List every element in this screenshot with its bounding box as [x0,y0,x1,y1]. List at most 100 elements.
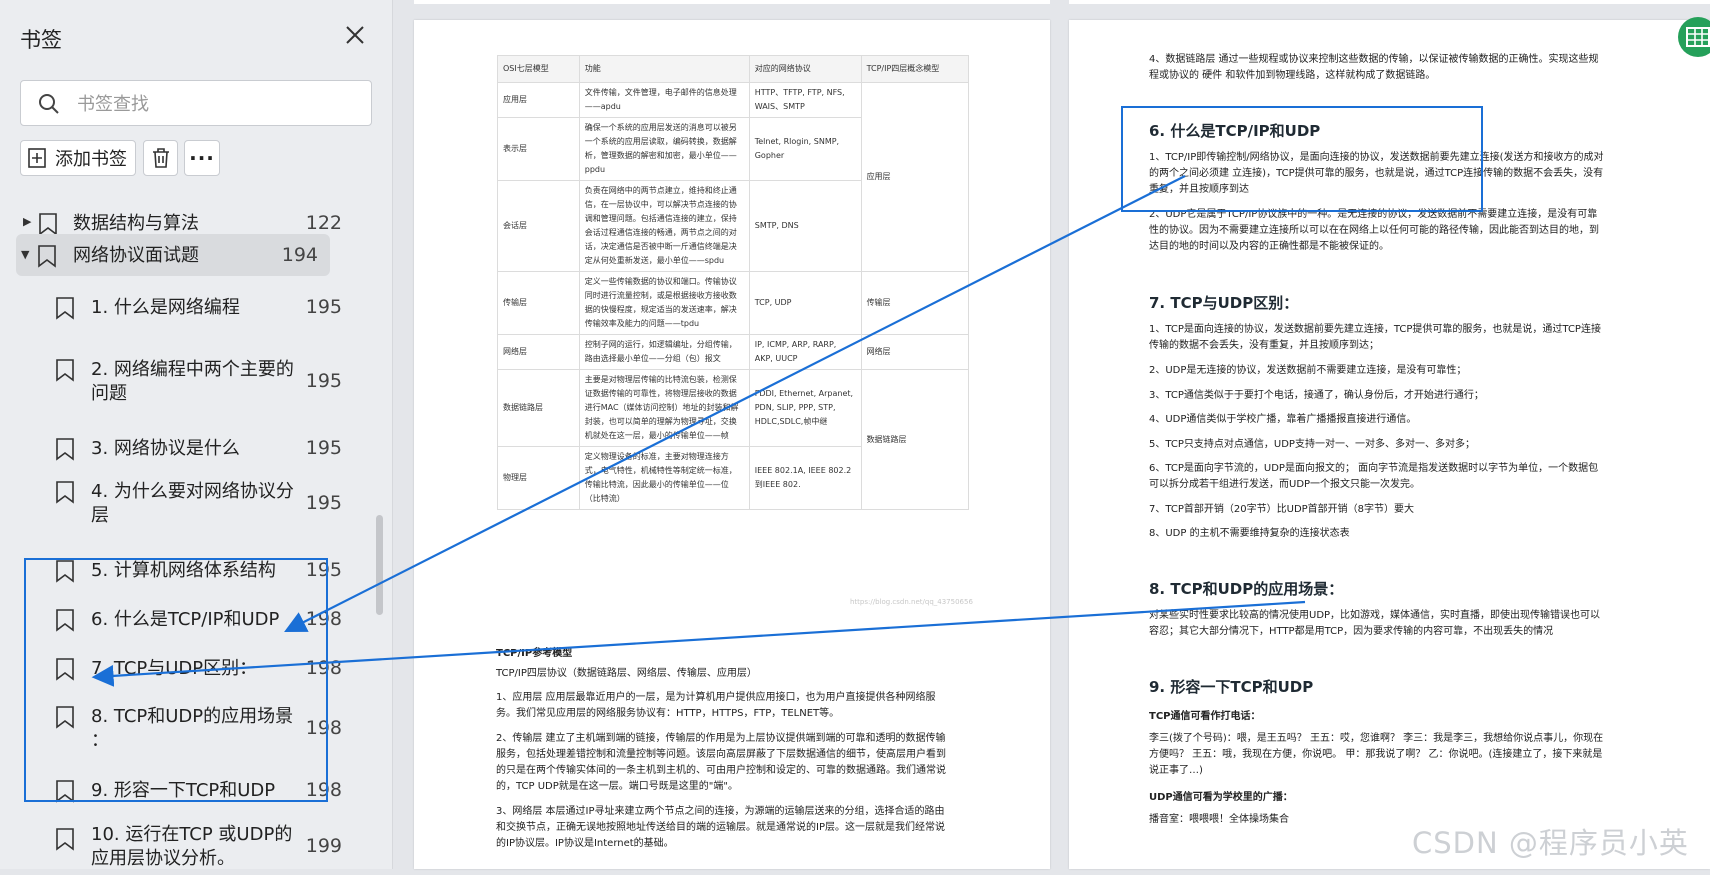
subheading: TCP通信可看作打电话： [1149,711,1261,722]
bookmark-search-box[interactable] [20,80,372,126]
bookmark-page: 195 [305,437,342,459]
doc-paragraph: 7、TCP首部开销（20字节）比UDP首部开销（8字节）要大 [1149,504,1415,515]
delete-bookmark-button[interactable] [143,140,178,176]
add-bookmark-icon [28,148,46,168]
add-bookmark-button[interactable]: 添加书签 [20,140,136,176]
bookmark-label-line2: 问题 [91,383,127,404]
bookmark-icon [56,780,74,803]
doc-paragraph: 1、TCP/IP即传输控制/网络协议，是面向连接的协议，发送数据前要先建立连接(… [1149,152,1604,163]
bookmark-item[interactable]: 9. 形容一下TCP和UDP 198 [0,771,372,811]
table-cell: 物理层 [497,446,580,510]
doc-paragraph: 2、UDP它是属于TCP/IP协议族中的一种。是无连接的协议，发送数据前不需要建… [1149,209,1598,220]
bookmark-page: 195 [305,559,342,581]
bookmark-icon [56,359,74,382]
table-header-cell: 功能 [578,55,750,83]
bookmark-label: 5. 计算机网络体系结构 [91,560,276,581]
more-options-button[interactable]: ··· [184,140,220,176]
bookmark-icon [56,828,74,851]
bookmark-page: 122 [305,212,342,234]
section-heading: TCP/IP参考模型 [496,648,573,659]
bookmark-item[interactable]: 2. 网络编程中两个主要的 问题 195 [0,350,372,406]
table-cell: 应用层 [860,82,970,272]
doc-paragraph: 重复，并且按顺序到达 [1149,184,1249,195]
table-cell: 定义一些传输数据的协议和端口。传输协议同时进行流量控制，或是根据接收方接收数据的… [578,271,750,335]
sidebar-scrollbar[interactable] [376,515,383,615]
doc-paragraph: 传输的数据不会丢失，没有重复，并且按顺序到达； [1149,340,1379,351]
table-row: 数据链路层 主要是对物理层传输的比特流包装，检测保证数据传输的可靠性，将物理层接… [497,369,970,510]
bookmark-label: 7. TCP与UDP区别： [91,658,258,679]
table-cell: 网络层 [860,334,970,370]
doc-paragraph: 服务，包括处理差错控制和流量控制等问题。该层向高层屏蔽了下层数据通信的细节，使高… [496,749,946,760]
doc-paragraph: 说正事了…) [1149,765,1203,776]
bookmark-page: 198 [305,657,342,679]
csdn-watermark: CSDN @程序员小英 [1412,826,1689,860]
bookmark-icon [56,560,74,583]
collapse-arrow-icon[interactable]: ▼ [21,248,29,261]
doc-paragraph: 2、传输层 建立了主机端到端的链接，传输层的作用是为上层协议提供端到端的可靠和透… [496,733,946,744]
bookmark-item[interactable]: 3. 网络协议是什么 195 [0,429,372,469]
table-header-cell: TCP/IP四层概念模型 [860,55,970,83]
previous-page-edge [1069,0,1710,4]
table-cell: 传输层 [497,271,580,335]
bookmark-label: 4. 为什么要对网络协议分 [91,481,294,502]
doc-paragraph: 4、UDP通信类似于学校广播，靠着广播播报直接进行通信。 [1149,414,1417,425]
table-cell: 定义物理设备的标准，主要对物理连接方式，电气特性，机械特性等制定统一标准，传输比… [578,446,750,510]
app-badge-icon[interactable] [1678,17,1710,57]
bookmark-label: 3. 网络协议是什么 [91,438,240,459]
bookmark-item[interactable]: 1. 什么是网络编程 195 [0,288,372,328]
bookmark-label: 数据结构与算法 [73,213,199,234]
table-header-row: OSI七层模型 功能 对应的网络协议 TCP/IP四层概念模型 [497,55,970,83]
table-cell: 数据链路层 [497,369,580,447]
sidebar-title: 书签 [20,28,62,52]
doc-paragraph: 2、UDP是无连接的协议，发送数据前不需要建立连接，是没有可靠性； [1149,365,1467,376]
grid-icon [1686,27,1710,47]
bookmark-label-line2: 层 [91,505,109,526]
table-cell: FDDI, Ethernet, Arpanet, PDN, SLIP, PPP,… [748,369,862,447]
close-icon[interactable] [342,22,368,48]
doc-paragraph: 的，TCP UDP就是在这一层。端口号既是这里的"端"。 [496,781,738,792]
section-heading: 8. TCP和UDP的应用场景： [1149,580,1344,598]
bookmark-label: 9. 形容一下TCP和UDP [91,780,276,801]
doc-paragraph: 4、数据链路层 通过一些规程或协议来控制这些数据的传输，以保证被传输数据的正确性… [1149,54,1599,65]
bookmark-item[interactable]: 5. 计算机网络体系结构 195 [0,551,372,591]
bookmark-item[interactable]: 4. 为什么要对网络协议分 层 195 [0,472,372,528]
table-cell: 主要是对物理层传输的比特流包装，检测保证数据传输的可靠性，将物理层接收的数据进行… [578,369,750,447]
bookmark-search-input[interactable] [75,90,359,118]
bookmark-label: 10. 运行在TCP 或UDP的 [91,824,293,845]
table-cell: 应用层 [497,82,580,118]
doc-paragraph: 对某些实时性要求比较高的情况使用UDP，比如游戏，媒体通信，实时直播，即使出现传… [1149,610,1601,621]
doc-paragraph: 的只是在两个传输实体间的一条主机到主机的、可由用户控制和设定的、可靠的数据通路。… [496,765,946,776]
doc-paragraph: 容忍；其它大部分情况下，HTTP都是用TCP，因为要求传输的内容可靠，不出现丢失… [1149,626,1554,637]
bookmark-item[interactable]: 7. TCP与UDP区别： 198 [0,649,372,689]
bookmark-page: 198 [305,779,342,801]
bookmark-label: 6. 什么是TCP/IP和UDP [91,609,280,630]
bookmark-item[interactable]: 8. TCP和UDP的应用场景 ： 198 [0,697,372,753]
bookmark-icon [56,297,74,320]
doc-paragraph: 1、TCP是面向连接的协议，发送数据前要先建立连接，TCP提供可靠的服务，也就是… [1149,324,1601,335]
bookmark-item-selected[interactable]: ▼ 网络协议面试题 194 [16,234,330,276]
table-cell: 传输层 [860,271,970,335]
doc-paragraph: 性的协议。因为不需要建立连接所以可以在在网络上以任何可能的路径传输，因此能否到达… [1149,225,1599,236]
previous-page-edge [414,0,1050,4]
table-cell: 文件传输，文件管理，电子邮件的信息处理——apdu [578,82,750,118]
expand-arrow-icon[interactable]: ▶ [23,215,31,228]
table-watermark: https://blog.csdn.net/qq_43750656 [850,598,973,606]
osi-model-table: OSI七层模型 功能 对应的网络协议 TCP/IP四层概念模型 应用层 文件传输… [497,55,970,510]
bookmark-icon [38,245,56,268]
doc-paragraph: 和交换节点，正确无误地按照地址传送给目的端的运输层。就是通常说的IP层。这一层就… [496,822,945,833]
bookmark-icon [56,658,74,681]
doc-paragraph: 5、TCP只支持点对点通信，UDP支持一对一、一对多、多对一、多对多； [1149,439,1475,450]
table-cell: 数据链路层 [860,369,970,510]
table-cell: 确保一个系统的应用层发送的消息可以被另一个系统的应用层读取，编码转换，数据解析，… [578,117,750,181]
bookmark-sidebar: 书签 添加书签 ··· ▶ 数据结构与算法 122 ▼ 网络协议面试题 1 [0,0,393,869]
bookmark-page: 194 [281,244,318,266]
bookmark-item[interactable]: 6. 什么是TCP/IP和UDP 198 [0,600,372,640]
section-heading: 6. 什么是TCP/IP和UDP [1149,122,1321,140]
table-cell: HTTP、TFTP, FTP, NFS, WAIS、SMTP [748,82,862,118]
section-heading: 7. TCP与UDP区别： [1149,294,1299,312]
bookmark-page: 195 [305,492,342,514]
table-row: 传输层 定义一些传输数据的协议和端口。传输协议同时进行流量控制，或是根据接收方接… [497,271,970,335]
bookmark-icon [56,609,74,632]
table-cell: 负责在网络中的两节点建立，维持和终止通信，在一层协议中，可以解决节点连接的协调和… [578,180,750,272]
bookmark-item[interactable]: 10. 运行在TCP 或UDP的 应用层协议分析。 199 [0,819,372,875]
